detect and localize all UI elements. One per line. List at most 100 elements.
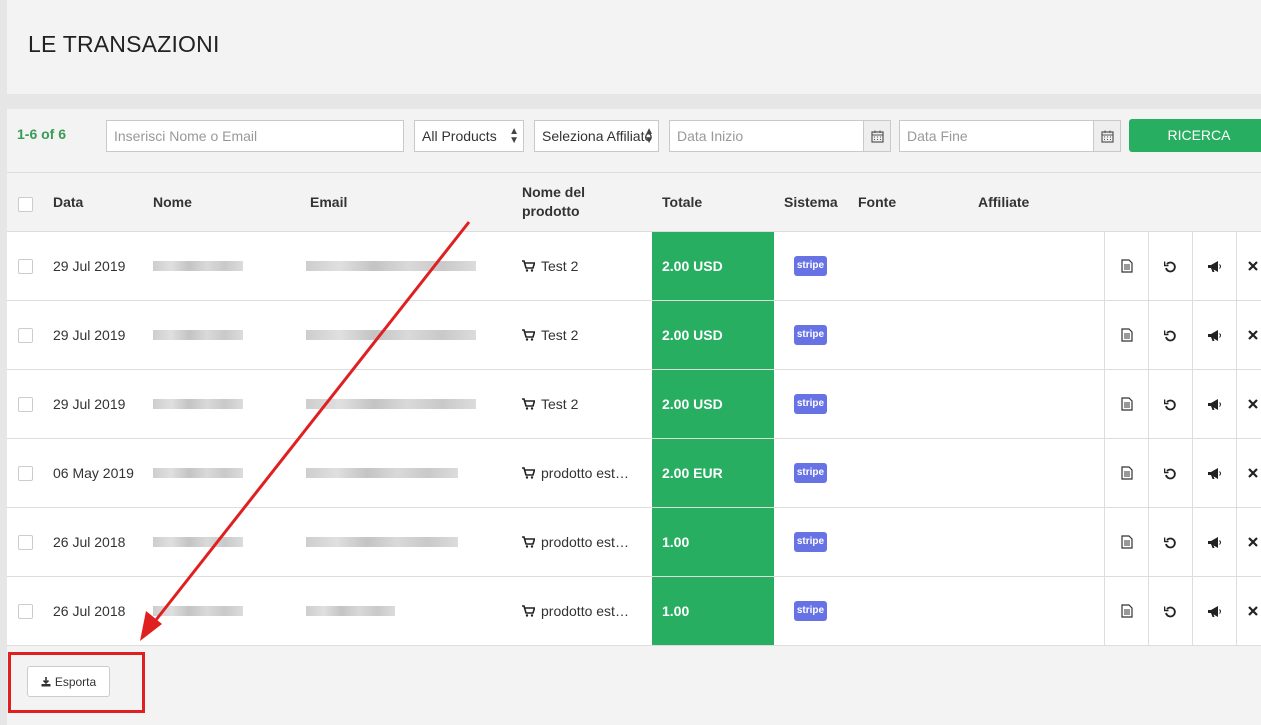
transactions-panel: 1-6 of 6 Inserisci Nome o Email All Prod… xyxy=(7,109,1261,725)
row-email-redacted xyxy=(306,439,458,507)
row-checkbox[interactable] xyxy=(18,259,33,274)
row-name-redacted xyxy=(153,370,243,438)
table-row[interactable]: 29 Jul 2019 Test 2 2.00 USD stripe xyxy=(7,370,1261,439)
calendar-icon[interactable] xyxy=(864,120,891,152)
refund-icon[interactable] xyxy=(1148,577,1192,645)
row-product: prodotto est… xyxy=(522,508,642,576)
row-total: 1.00 xyxy=(652,577,774,645)
header-total[interactable]: Totale xyxy=(662,173,702,231)
close-icon[interactable] xyxy=(1236,439,1261,507)
header-date[interactable]: Data xyxy=(53,173,83,231)
close-icon[interactable] xyxy=(1236,370,1261,438)
refund-icon[interactable] xyxy=(1148,232,1192,300)
row-email-redacted xyxy=(306,577,395,645)
row-product: Test 2 xyxy=(522,232,642,300)
row-date: 29 Jul 2019 xyxy=(53,395,126,412)
megaphone-icon[interactable] xyxy=(1192,577,1236,645)
end-date-input[interactable]: Data Fine xyxy=(899,120,1094,152)
product-select[interactable]: All Products ▲ ▼ xyxy=(414,120,524,152)
row-name-redacted xyxy=(153,301,243,369)
cart-icon xyxy=(522,536,535,548)
row-product: prodotto est… xyxy=(522,439,642,507)
document-icon[interactable] xyxy=(1104,301,1148,369)
row-total: 2.00 USD xyxy=(652,301,774,369)
page-header: LE TRANSAZIONI xyxy=(7,0,1261,94)
search-button[interactable]: RICERCA xyxy=(1129,119,1261,152)
stripe-badge: stripe xyxy=(794,463,827,483)
document-icon[interactable] xyxy=(1104,232,1148,300)
select-arrows-icon: ▲ ▼ xyxy=(509,126,519,146)
header-name[interactable]: Nome xyxy=(153,173,192,231)
document-icon[interactable] xyxy=(1104,577,1148,645)
row-email-redacted xyxy=(306,508,458,576)
megaphone-icon[interactable] xyxy=(1192,232,1236,300)
close-icon[interactable] xyxy=(1236,577,1261,645)
row-product: Test 2 xyxy=(522,301,642,369)
header-system[interactable]: Sistema xyxy=(784,173,838,231)
row-total: 2.00 USD xyxy=(652,232,774,300)
row-date: 26 Jul 2018 xyxy=(53,533,126,550)
document-icon[interactable] xyxy=(1104,508,1148,576)
row-product-name: prodotto est… xyxy=(541,603,629,619)
row-checkbox[interactable] xyxy=(18,466,33,481)
select-all-checkbox[interactable] xyxy=(18,197,33,212)
row-checkbox[interactable] xyxy=(18,328,33,343)
start-date-input[interactable]: Data Inizio xyxy=(669,120,864,152)
table-row[interactable]: 29 Jul 2019 Test 2 2.00 USD stripe xyxy=(7,301,1261,370)
close-icon[interactable] xyxy=(1236,301,1261,369)
row-checkbox[interactable] xyxy=(18,397,33,412)
result-count: 1-6 of 6 xyxy=(17,126,67,142)
row-date: 29 Jul 2019 xyxy=(53,257,126,274)
filter-bar: 1-6 of 6 Inserisci Nome o Email All Prod… xyxy=(7,109,1261,172)
row-date: 29 Jul 2019 xyxy=(53,326,126,343)
row-product: prodotto est… xyxy=(522,577,642,645)
refund-icon[interactable] xyxy=(1148,301,1192,369)
refund-icon[interactable] xyxy=(1148,508,1192,576)
megaphone-icon[interactable] xyxy=(1192,439,1236,507)
table-header: Data Nome Email Nome del prodotto Totale… xyxy=(7,172,1261,232)
row-email-redacted xyxy=(306,232,476,300)
row-checkbox[interactable] xyxy=(18,535,33,550)
cart-icon xyxy=(522,605,535,617)
annotation-highlight-box xyxy=(8,652,145,713)
row-email-redacted xyxy=(306,301,476,369)
header-source[interactable]: Fonte xyxy=(858,173,896,231)
row-name-redacted xyxy=(153,508,243,576)
table-row[interactable]: 26 Jul 2018 prodotto est… 1.00 stripe xyxy=(7,577,1261,646)
table-row[interactable]: 06 May 2019 prodotto est… 2.00 EUR strip… xyxy=(7,439,1261,508)
megaphone-icon[interactable] xyxy=(1192,370,1236,438)
row-product-name: Test 2 xyxy=(541,258,579,274)
row-total: 2.00 EUR xyxy=(652,439,774,507)
header-affiliate[interactable]: Affiliate xyxy=(978,173,1029,231)
row-product: Test 2 xyxy=(522,370,642,438)
row-name-redacted xyxy=(153,232,243,300)
select-arrows-icon: ▲ ▼ xyxy=(644,126,654,146)
refund-icon[interactable] xyxy=(1148,439,1192,507)
cart-icon xyxy=(522,467,535,479)
header-email[interactable]: Email xyxy=(310,173,347,231)
megaphone-icon[interactable] xyxy=(1192,301,1236,369)
row-product-name: Test 2 xyxy=(541,327,579,343)
close-icon[interactable] xyxy=(1236,232,1261,300)
document-icon[interactable] xyxy=(1104,370,1148,438)
refund-icon[interactable] xyxy=(1148,370,1192,438)
affiliate-select[interactable]: Seleziona Affiliato ▲ ▼ xyxy=(534,120,659,152)
transactions-table: Data Nome Email Nome del prodotto Totale… xyxy=(7,172,1261,646)
stripe-badge: stripe xyxy=(794,532,827,552)
stripe-badge: stripe xyxy=(794,325,827,345)
row-checkbox[interactable] xyxy=(18,604,33,619)
header-product-line1: Nome del xyxy=(522,184,586,200)
row-product-name: Test 2 xyxy=(541,396,579,412)
calendar-icon[interactable] xyxy=(1094,120,1121,152)
stripe-badge: stripe xyxy=(794,256,827,276)
stripe-badge: stripe xyxy=(794,394,827,414)
megaphone-icon[interactable] xyxy=(1192,508,1236,576)
document-icon[interactable] xyxy=(1104,439,1148,507)
header-product[interactable]: Nome del prodotto xyxy=(522,173,585,231)
page-title: LE TRANSAZIONI xyxy=(28,31,220,57)
close-icon[interactable] xyxy=(1236,508,1261,576)
table-row[interactable]: 29 Jul 2019 Test 2 2.00 USD stripe xyxy=(7,232,1261,301)
row-name-redacted xyxy=(153,439,243,507)
table-row[interactable]: 26 Jul 2018 prodotto est… 1.00 stripe xyxy=(7,508,1261,577)
search-input[interactable]: Inserisci Nome o Email xyxy=(106,120,404,152)
